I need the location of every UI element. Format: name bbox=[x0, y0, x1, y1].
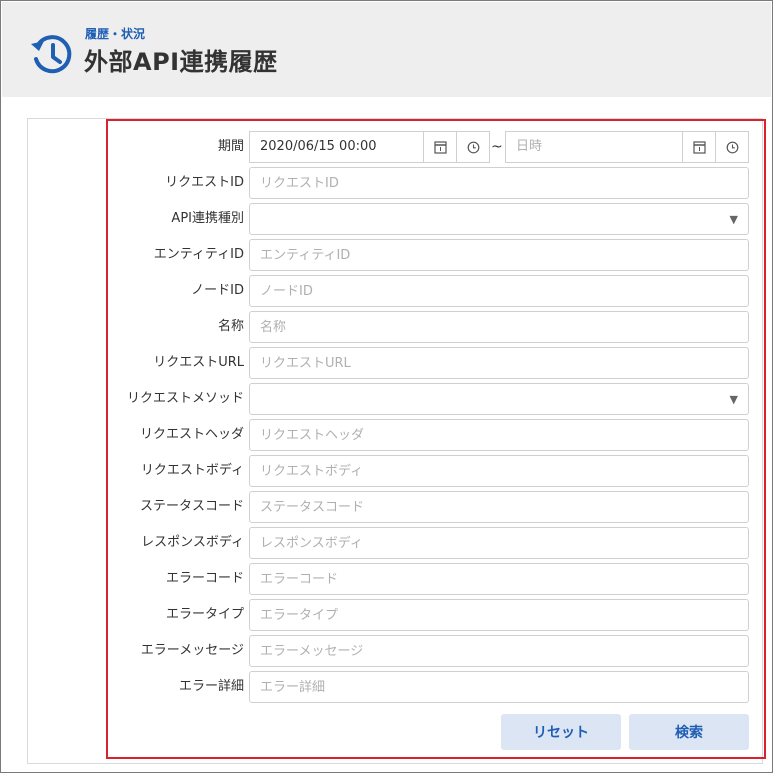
api-type-row: API連携種別 ▼ bbox=[108, 203, 764, 235]
page-frame: 履歴・状況 外部API連携履歴 期間 2020/06/15 00:00 ~ 日時… bbox=[0, 0, 773, 773]
node-id-label: ノードID bbox=[191, 283, 244, 298]
request-body-input[interactable] bbox=[249, 455, 749, 487]
period-separator: ~ bbox=[491, 139, 503, 155]
node-id-row: ノードID bbox=[108, 275, 764, 307]
calendar-icon bbox=[692, 140, 706, 154]
period-from-value: 2020/06/15 00:00 bbox=[260, 139, 377, 154]
period-to-field[interactable]: 日時 bbox=[505, 131, 749, 163]
entity-id-input[interactable] bbox=[249, 239, 749, 271]
name-row: 名称 bbox=[108, 311, 764, 343]
error-message-label: エラーメッセージ bbox=[140, 643, 244, 658]
request-body-row: リクエストボディ bbox=[108, 455, 764, 487]
status-code-input[interactable] bbox=[249, 491, 749, 523]
clock-icon bbox=[467, 141, 479, 153]
period-from-calendar-button[interactable] bbox=[423, 132, 456, 162]
calendar-icon bbox=[433, 140, 447, 154]
error-message-row: エラーメッセージ bbox=[108, 635, 764, 667]
period-row: 期間 2020/06/15 00:00 ~ 日時 bbox=[108, 131, 764, 163]
search-button[interactable]: 検索 bbox=[629, 714, 749, 750]
entity-id-row: エンティティID bbox=[108, 239, 764, 271]
period-to-clock-button[interactable] bbox=[715, 132, 748, 162]
status-code-row: ステータスコード bbox=[108, 491, 764, 523]
error-type-label: エラータイプ bbox=[165, 607, 244, 622]
error-code-label: エラーコード bbox=[165, 571, 244, 586]
period-to-calendar-button[interactable] bbox=[682, 132, 715, 162]
search-form: 期間 2020/06/15 00:00 ~ 日時 リクエストID リクエストID… bbox=[106, 119, 766, 759]
request-header-input[interactable] bbox=[249, 419, 749, 451]
clock-icon bbox=[726, 141, 738, 153]
request-id-label: リクエストID bbox=[165, 175, 244, 190]
request-url-label: リクエストURL bbox=[153, 355, 244, 370]
error-code-input[interactable] bbox=[249, 563, 749, 595]
error-detail-label: エラー詳細 bbox=[178, 679, 244, 694]
chevron-down-icon: ▼ bbox=[729, 213, 738, 226]
chevron-down-icon: ▼ bbox=[729, 393, 738, 406]
request-method-row: リクエストメソッド ▼ bbox=[108, 383, 764, 415]
period-to-placeholder: 日時 bbox=[516, 139, 543, 154]
request-id-row: リクエストID bbox=[108, 167, 764, 199]
period-label: 期間 bbox=[217, 139, 244, 154]
api-type-select[interactable]: ▼ bbox=[249, 203, 749, 235]
error-message-input[interactable] bbox=[249, 635, 749, 667]
request-method-select[interactable]: ▼ bbox=[249, 383, 749, 415]
api-type-label: API連携種別 bbox=[171, 211, 244, 226]
entity-id-label: エンティティID bbox=[153, 247, 244, 262]
request-url-input[interactable] bbox=[249, 347, 749, 379]
request-header-row: リクエストヘッダ bbox=[108, 419, 764, 451]
history-icon bbox=[31, 35, 72, 74]
page-title: 外部API連携履歴 bbox=[84, 48, 278, 76]
error-detail-row: エラー詳細 bbox=[108, 671, 764, 703]
name-label: 名称 bbox=[217, 319, 244, 334]
status-code-label: ステータスコード bbox=[139, 499, 244, 514]
response-body-row: レスポンスボディ bbox=[108, 527, 764, 559]
name-input[interactable] bbox=[249, 311, 749, 343]
page-subtitle: 履歴・状況 bbox=[85, 27, 146, 41]
request-id-input[interactable] bbox=[249, 167, 749, 199]
reset-button[interactable]: リセット bbox=[501, 714, 621, 750]
period-from-field[interactable]: 2020/06/15 00:00 bbox=[249, 131, 490, 163]
error-code-row: エラーコード bbox=[108, 563, 764, 595]
request-header-label: リクエストヘッダ bbox=[139, 427, 244, 442]
error-type-row: エラータイプ bbox=[108, 599, 764, 631]
period-from-clock-button[interactable] bbox=[456, 132, 489, 162]
request-method-label: リクエストメソッド bbox=[126, 391, 244, 406]
page-header: 履歴・状況 外部API連携履歴 bbox=[2, 2, 771, 97]
response-body-label: レスポンスボディ bbox=[141, 535, 244, 550]
request-body-label: リクエストボディ bbox=[140, 463, 244, 478]
error-type-input[interactable] bbox=[249, 599, 749, 631]
response-body-input[interactable] bbox=[249, 527, 749, 559]
request-url-row: リクエストURL bbox=[108, 347, 764, 379]
node-id-input[interactable] bbox=[249, 275, 749, 307]
error-detail-input[interactable] bbox=[249, 671, 749, 703]
